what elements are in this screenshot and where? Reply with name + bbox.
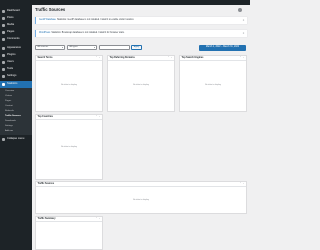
panel-title: Search Terms [37, 56, 53, 59]
empty-message: No data to display [204, 84, 221, 86]
wrench-icon [2, 67, 5, 71]
panel-title: Top Referring Domains [109, 56, 135, 59]
plugin-icon [2, 53, 5, 57]
menu-item-comments[interactable]: Comments [0, 36, 32, 43]
source-select[interactable]: All sources ▾ [35, 45, 65, 50]
menu-item-users[interactable]: Users [0, 59, 32, 66]
chevron-down-icon[interactable]: ⌄ [243, 183, 245, 185]
menu-item-dashboard[interactable]: Dashboard [0, 8, 32, 15]
menu-item-media[interactable]: Media [0, 22, 32, 29]
close-icon[interactable]: × [242, 32, 245, 35]
panel-title: Traffic Sources [37, 182, 55, 185]
search-input[interactable] [99, 45, 130, 50]
help-icon[interactable] [238, 8, 242, 12]
dashboard-icon [2, 10, 5, 13]
panel-search-engines: Top Search Engines ⌃ ⌄ No data to display [179, 55, 247, 112]
apply-button[interactable]: Apply [131, 45, 142, 50]
media-icon [2, 24, 5, 27]
panel-title: Top Search Engines [181, 56, 204, 59]
chevron-down-icon[interactable]: ⌄ [243, 57, 245, 59]
page-icon [2, 31, 5, 34]
empty-message: No data to display [60, 146, 77, 148]
collapse-menu-button[interactable]: Collapse menu [0, 136, 32, 143]
notice-text: Statistics: Browscap database is not ins… [51, 32, 125, 35]
chevron-up-icon[interactable]: ⌃ [96, 218, 98, 220]
chevron-up-icon[interactable]: ⌃ [240, 57, 242, 59]
statistics-submenu: Overview Visitors Pages Content Referral… [0, 88, 32, 135]
main-content: Traffic Sources GeoIP Database Statistic… [33, 5, 250, 250]
empty-message: No data to display [132, 84, 149, 86]
notice-link[interactable]: WordPress [39, 32, 50, 34]
panel-traffic-sources: Traffic Sources ⌃ ⌄ No data to display [35, 181, 247, 214]
panel-title: Traffic Summary [37, 217, 56, 220]
notice-browscap: WordPress Statistics: Browscap database … [35, 30, 247, 37]
chevron-down-icon: ▾ [61, 47, 63, 50]
admin-sidebar: Dashboard Posts Media Pages Comments App… [0, 5, 32, 250]
submenu-item-add-ons[interactable]: Add-ons [0, 129, 32, 134]
empty-message: No data to display [60, 84, 77, 86]
pin-icon [2, 17, 5, 20]
chevron-down-icon[interactable]: ⌄ [171, 57, 173, 59]
chevron-up-icon[interactable]: ⌃ [168, 57, 170, 59]
menu-item-settings[interactable]: Settings [0, 73, 32, 80]
menu-item-plugins[interactable]: Plugins [0, 52, 32, 59]
notice-geoip: GeoIP Database Statistics: GeoIP databas… [35, 17, 247, 24]
panel-search-terms: Search Terms ⌃ ⌄ No data to display [35, 55, 103, 112]
chevron-up-icon[interactable]: ⌃ [240, 183, 242, 185]
chevron-down-icon[interactable]: ⌄ [99, 218, 101, 220]
menu-item-tools[interactable]: Tools [0, 66, 32, 73]
panel-countries: Top Countries ⌃ ⌄ No data to display [35, 114, 103, 180]
menu-item-appearance[interactable]: Appearance [0, 45, 32, 52]
close-icon[interactable]: × [242, 19, 245, 22]
comment-icon [2, 38, 5, 41]
collapse-icon [2, 138, 5, 141]
brush-icon [2, 46, 5, 50]
chevron-down-icon[interactable]: ⌄ [99, 116, 101, 118]
page-title: Traffic Sources [35, 7, 66, 12]
type-select[interactable]: All types ▾ [67, 45, 97, 50]
panel-traffic-summary: Traffic Summary ⌃ ⌄ [35, 216, 103, 250]
notice-text: Statistics: GeoIP database is not instal… [56, 19, 135, 22]
menu-item-posts[interactable]: Posts [0, 15, 32, 22]
chevron-down-icon: ▾ [93, 47, 95, 50]
chart-icon [2, 83, 5, 86]
chevron-down-icon[interactable]: ⌄ [99, 57, 101, 59]
menu-item-statistics[interactable]: Statistics [0, 81, 32, 88]
chevron-up-icon[interactable]: ⌃ [96, 116, 98, 118]
panel-referring-domains: Top Referring Domains ⌃ ⌄ No data to disp… [107, 55, 175, 112]
empty-message: No data to display [132, 199, 149, 201]
panel-title: Top Countries [37, 115, 53, 118]
user-icon [2, 60, 5, 64]
menu-item-pages[interactable]: Pages [0, 29, 32, 36]
chevron-up-icon[interactable]: ⌃ [96, 57, 98, 59]
settings-icon [2, 74, 5, 78]
date-range-button[interactable]: March 1, 2022 – March 31, 2022 [199, 44, 246, 51]
notice-link[interactable]: GeoIP Database [39, 19, 56, 21]
